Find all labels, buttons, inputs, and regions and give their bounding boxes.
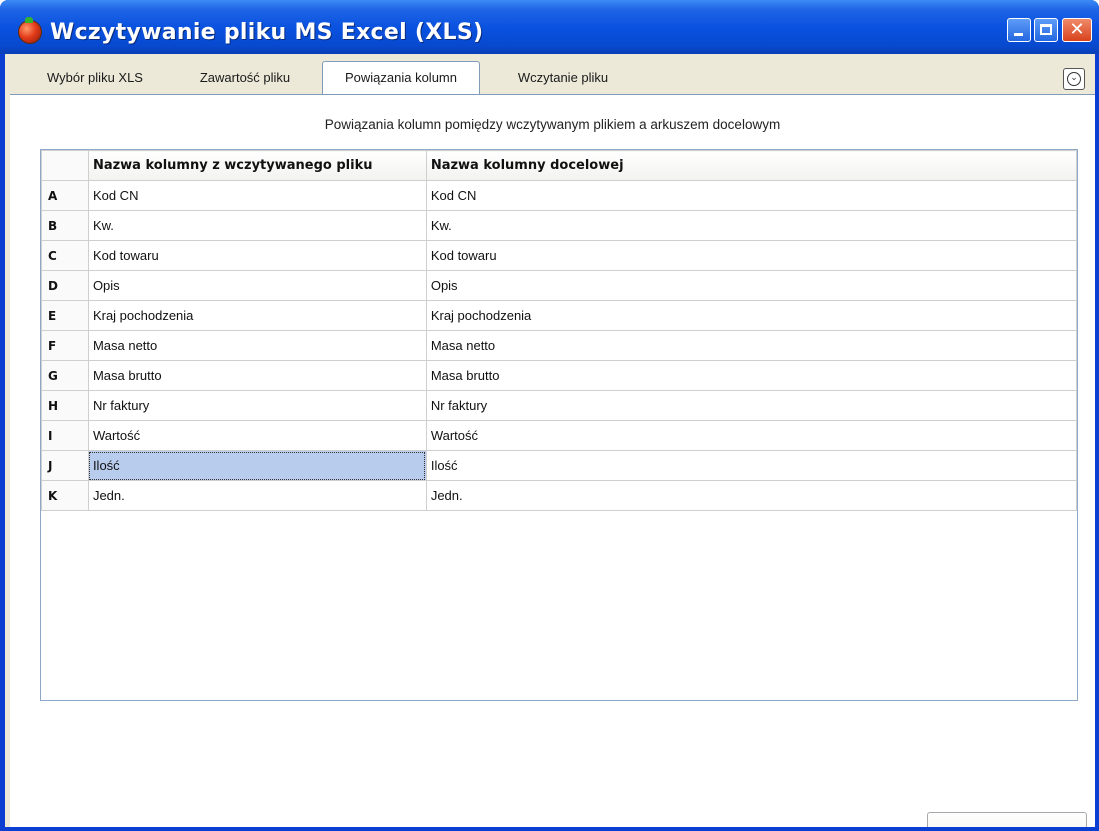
table-row[interactable]: F Masa netto Masa netto [41, 330, 1078, 361]
title-bar[interactable]: Wczytywanie pliku MS Excel (XLS) ✕ [0, 0, 1099, 54]
target-column-cell[interactable]: Kraj pochodzenia [425, 300, 1078, 331]
table-body: A Kod CN Kod CN B Kw. Kw. C Kod towaru K… [41, 180, 1078, 511]
tab-bar: Wybór pliku XLS Zawartość pliku Powiązan… [5, 54, 1095, 95]
close-icon: ✕ [1069, 19, 1085, 40]
column-header-target[interactable]: Nazwa kolumny docelowej [425, 150, 1078, 181]
row-key[interactable]: J [41, 450, 89, 481]
row-key[interactable]: D [41, 270, 89, 301]
source-column-cell[interactable]: Masa netto [87, 330, 427, 361]
target-column-cell[interactable]: Nr faktury [425, 390, 1078, 421]
minimize-icon [1014, 33, 1023, 36]
table-row[interactable]: B Kw. Kw. [41, 210, 1078, 241]
window-title: Wczytywanie pliku MS Excel (XLS) [50, 20, 484, 45]
source-column-cell[interactable]: Nr faktury [87, 390, 427, 421]
mapping-table: Nazwa kolumny z wczytywanego pliku Nazwa… [41, 150, 1078, 511]
source-column-cell[interactable]: Wartość [87, 420, 427, 451]
table-row[interactable]: E Kraj pochodzenia Kraj pochodzenia [41, 300, 1078, 331]
source-column-cell[interactable]: Jedn. [87, 480, 427, 511]
row-key[interactable]: I [41, 420, 89, 451]
maximize-button[interactable] [1034, 18, 1058, 42]
row-key[interactable]: F [41, 330, 89, 361]
row-key[interactable]: H [41, 390, 89, 421]
target-column-cell[interactable]: Kod CN [425, 180, 1078, 211]
target-column-cell[interactable]: Kw. [425, 210, 1078, 241]
maximize-icon [1040, 24, 1052, 35]
chevron-down-icon: ⌄ [1067, 72, 1081, 86]
row-key[interactable]: K [41, 480, 89, 511]
source-column-cell[interactable]: Kw. [87, 210, 427, 241]
app-icon [18, 17, 42, 44]
table-row[interactable]: A Kod CN Kod CN [41, 180, 1078, 211]
table-row[interactable]: K Jedn. Jedn. [41, 480, 1078, 511]
target-column-cell[interactable]: Masa netto [425, 330, 1078, 361]
window-bottom-border [0, 827, 1099, 831]
row-key[interactable]: C [41, 240, 89, 271]
row-key[interactable]: G [41, 360, 89, 391]
column-mapping-panel: Powiązania kolumn pomiędzy wczytywanym p… [10, 94, 1095, 831]
table-row[interactable]: H Nr faktury Nr faktury [41, 390, 1078, 421]
mapping-grid[interactable]: Nazwa kolumny z wczytywanego pliku Nazwa… [40, 149, 1078, 701]
minimize-button[interactable] [1007, 18, 1031, 42]
table-row[interactable]: D Opis Opis [41, 270, 1078, 301]
source-column-cell[interactable]: Opis [87, 270, 427, 301]
source-column-cell[interactable]: Kraj pochodzenia [87, 300, 427, 331]
source-column-cell[interactable]: Masa brutto [87, 360, 427, 391]
dialog-window: Wczytywanie pliku MS Excel (XLS) ✕ Wybór… [0, 0, 1099, 831]
tab-file-selection[interactable]: Wybór pliku XLS [30, 64, 160, 93]
table-row[interactable]: G Masa brutto Masa brutto [41, 360, 1078, 391]
target-column-cell[interactable]: Jedn. [425, 480, 1078, 511]
source-column-cell[interactable]: Kod towaru [87, 240, 427, 271]
tab-file-import[interactable]: Wczytanie pliku [493, 64, 633, 93]
target-column-cell[interactable]: Opis [425, 270, 1078, 301]
source-column-cell-selected[interactable]: Ilość [87, 450, 427, 481]
target-column-cell[interactable]: Wartość [425, 420, 1078, 451]
table-row[interactable]: C Kod towaru Kod towaru [41, 240, 1078, 271]
row-key[interactable]: E [41, 300, 89, 331]
row-key[interactable]: B [41, 210, 89, 241]
table-row-selected[interactable]: J Ilość Ilość [41, 450, 1078, 481]
target-column-cell[interactable]: Kod towaru [425, 240, 1078, 271]
dialog-client-area: Wybór pliku XLS Zawartość pliku Powiązan… [5, 54, 1099, 831]
source-column-cell[interactable]: Kod CN [87, 180, 427, 211]
table-row[interactable]: I Wartość Wartość [41, 420, 1078, 451]
column-header-source[interactable]: Nazwa kolumny z wczytywanego pliku [87, 150, 427, 181]
panel-title: Powiązania kolumn pomiędzy wczytywanym p… [324, 117, 781, 132]
target-column-cell[interactable]: Ilość [425, 450, 1078, 481]
target-column-cell[interactable]: Masa brutto [425, 360, 1078, 391]
tab-list-button[interactable]: ⌄ [1063, 68, 1085, 90]
tab-column-mapping[interactable]: Powiązania kolumn [322, 61, 480, 95]
table-header-row: Nazwa kolumny z wczytywanego pliku Nazwa… [41, 150, 1078, 181]
tab-file-contents[interactable]: Zawartość pliku [180, 64, 310, 93]
close-button[interactable]: ✕ [1062, 18, 1092, 42]
corner-header[interactable] [41, 150, 89, 181]
row-key[interactable]: A [41, 180, 89, 211]
